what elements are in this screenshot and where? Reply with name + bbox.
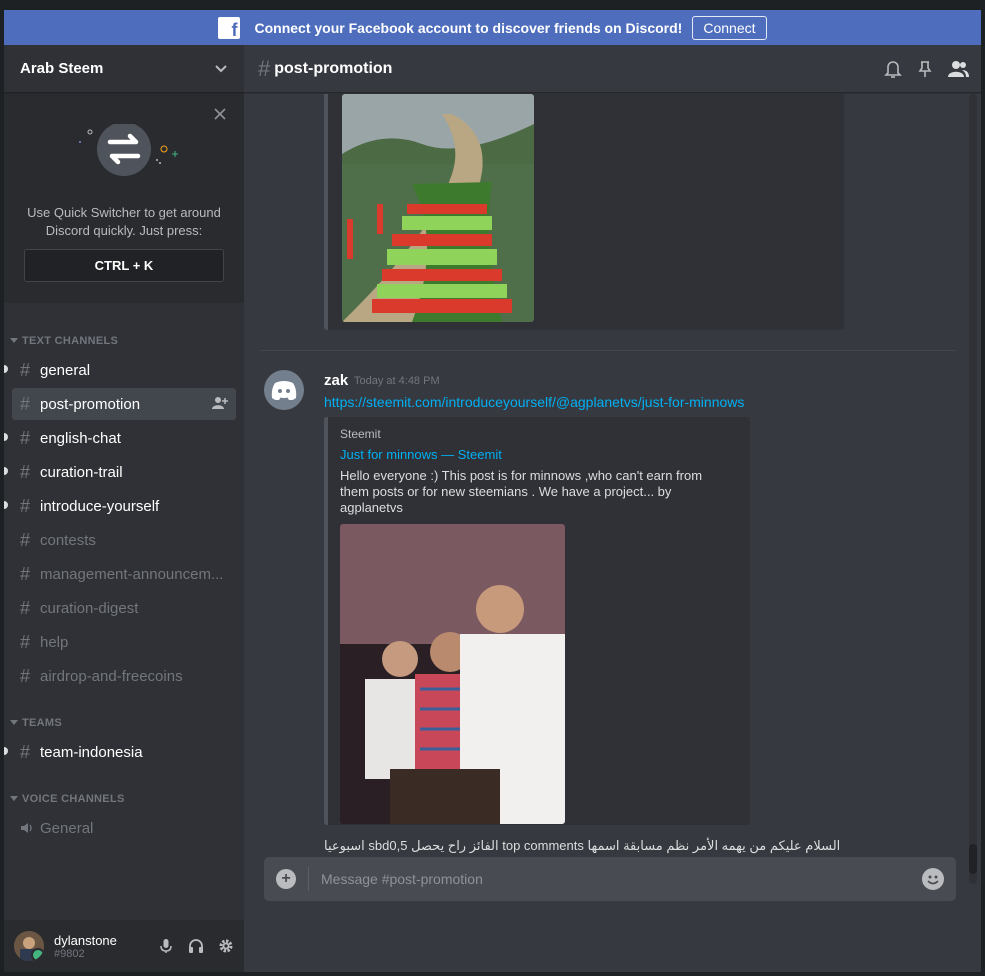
avatar[interactable] — [14, 931, 44, 961]
invite-icon[interactable] — [212, 396, 228, 410]
channel-post-promotion[interactable]: # post-promotion — [12, 388, 236, 420]
channel-english-chat[interactable]: # english-chat — [4, 422, 236, 454]
message-timestamp: Today at 4:48 PM — [354, 375, 440, 387]
hash-icon: # — [20, 632, 31, 652]
channel-curation-trail[interactable]: # curation-trail — [4, 456, 236, 488]
hash-icon: # — [20, 742, 31, 762]
category-text-channels[interactable]: TEXT CHANNELS — [4, 330, 244, 352]
quick-switcher-shortcut: CTRL + K — [24, 249, 224, 282]
gear-icon[interactable] — [218, 938, 234, 954]
message-link[interactable]: https://steemit.com/introduceyourself/@a… — [324, 394, 744, 410]
embed-image[interactable] — [340, 524, 565, 824]
message-list[interactable]: zak Today at 4:48 PM https://steemit.com… — [244, 94, 981, 884]
composer-separator — [308, 867, 309, 891]
channel-general[interactable]: # general — [4, 354, 236, 386]
embed-description: Hello everyone :) This post is for minno… — [340, 468, 703, 515]
hash-icon: # — [20, 360, 31, 380]
username: dylanstone — [54, 932, 117, 948]
category-teams[interactable]: TEAMS — [4, 712, 244, 734]
hash-icon: # — [20, 394, 31, 414]
bell-icon[interactable] — [883, 59, 903, 79]
embed-title[interactable]: Just for minnows — Steemit — [340, 447, 502, 462]
hash-icon: # — [20, 530, 31, 550]
user-panel: dylanstone #9802 — [4, 920, 244, 972]
scrollbar-track[interactable] — [969, 94, 977, 884]
message-author[interactable]: zak — [324, 372, 348, 389]
message-divider — [260, 350, 956, 351]
message-input[interactable] — [321, 871, 922, 887]
link-embed: Steemit Just for minnows — Steemit Hello… — [324, 417, 750, 825]
chevron-down-icon[interactable] — [214, 61, 228, 77]
message-text: اسبوعيا sbdالفائز راح يحصل 0,5 top comme… — [324, 838, 841, 853]
facebook-icon: f — [218, 16, 241, 39]
avatar[interactable] — [264, 370, 304, 410]
pin-icon[interactable] — [915, 59, 935, 79]
category-voice-channels[interactable]: VOICE CHANNELS — [4, 788, 244, 810]
scrollbar-thumb[interactable] — [969, 844, 977, 874]
hash-icon: # — [20, 428, 31, 448]
channel-introduce-yourself[interactable]: # introduce-yourself — [4, 490, 236, 522]
swap-arrows-icon — [72, 122, 182, 194]
facebook-banner: f Connect your Facebook account to disco… — [4, 10, 981, 45]
channel-management-announcements[interactable]: # management-announcem... — [12, 558, 236, 590]
channel-title: post-promotion — [274, 59, 393, 77]
voice-channel-general[interactable]: General — [12, 812, 236, 844]
quick-switcher-tip: Use Quick Switcher to get around Discord… — [4, 94, 244, 303]
channel-contests[interactable]: # contests — [12, 524, 236, 556]
hash-icon: # — [20, 598, 31, 618]
speaker-icon — [20, 821, 34, 835]
channel-help[interactable]: # help — [12, 626, 236, 658]
members-icon[interactable] — [947, 59, 969, 79]
connect-button[interactable]: Connect — [692, 15, 767, 40]
banner-text: Connect your Facebook account to discove… — [254, 19, 683, 36]
embed-provider: Steemit — [340, 427, 381, 441]
previous-embed — [324, 94, 844, 330]
hash-icon: # — [20, 666, 31, 686]
channel-team-indonesia[interactable]: # team-indonesia — [4, 736, 236, 768]
microphone-icon[interactable] — [158, 938, 174, 954]
chat-area: # post-promotion zak Today at 4:48 PM ht… — [244, 45, 981, 972]
hash-icon: # — [20, 564, 31, 584]
upload-plus-icon[interactable]: + — [276, 869, 296, 889]
close-icon[interactable] — [214, 104, 226, 125]
great-wall-image[interactable] — [342, 94, 534, 322]
hash-icon: # — [20, 496, 31, 516]
guild-name: Arab Steem — [20, 60, 104, 77]
channel-list: TEXT CHANNELS # general # post-promotion #… — [4, 330, 244, 846]
user-discriminator: #9802 — [54, 947, 85, 960]
channel-curation-digest[interactable]: # curation-digest — [12, 592, 236, 624]
headphones-icon[interactable] — [188, 938, 204, 954]
discord-window: f Connect your Facebook account to disco… — [4, 10, 981, 972]
emoji-icon[interactable] — [922, 868, 944, 890]
user-info: dylanstone #9802 — [54, 933, 144, 960]
quick-switcher-text: Use Quick Switcher to get around Discord… — [27, 205, 221, 238]
message-composer: + — [264, 857, 956, 901]
hash-icon: # — [20, 462, 31, 482]
hash-icon: # — [258, 55, 271, 81]
guild-header[interactable]: Arab Steem — [4, 45, 244, 93]
channel-header: # post-promotion — [244, 45, 981, 93]
channel-airdrop-and-freecoins[interactable]: # airdrop-and-freecoins — [12, 660, 236, 692]
channel-sidebar: Arab Steem Use Quick Switcher to get aro… — [4, 45, 244, 972]
